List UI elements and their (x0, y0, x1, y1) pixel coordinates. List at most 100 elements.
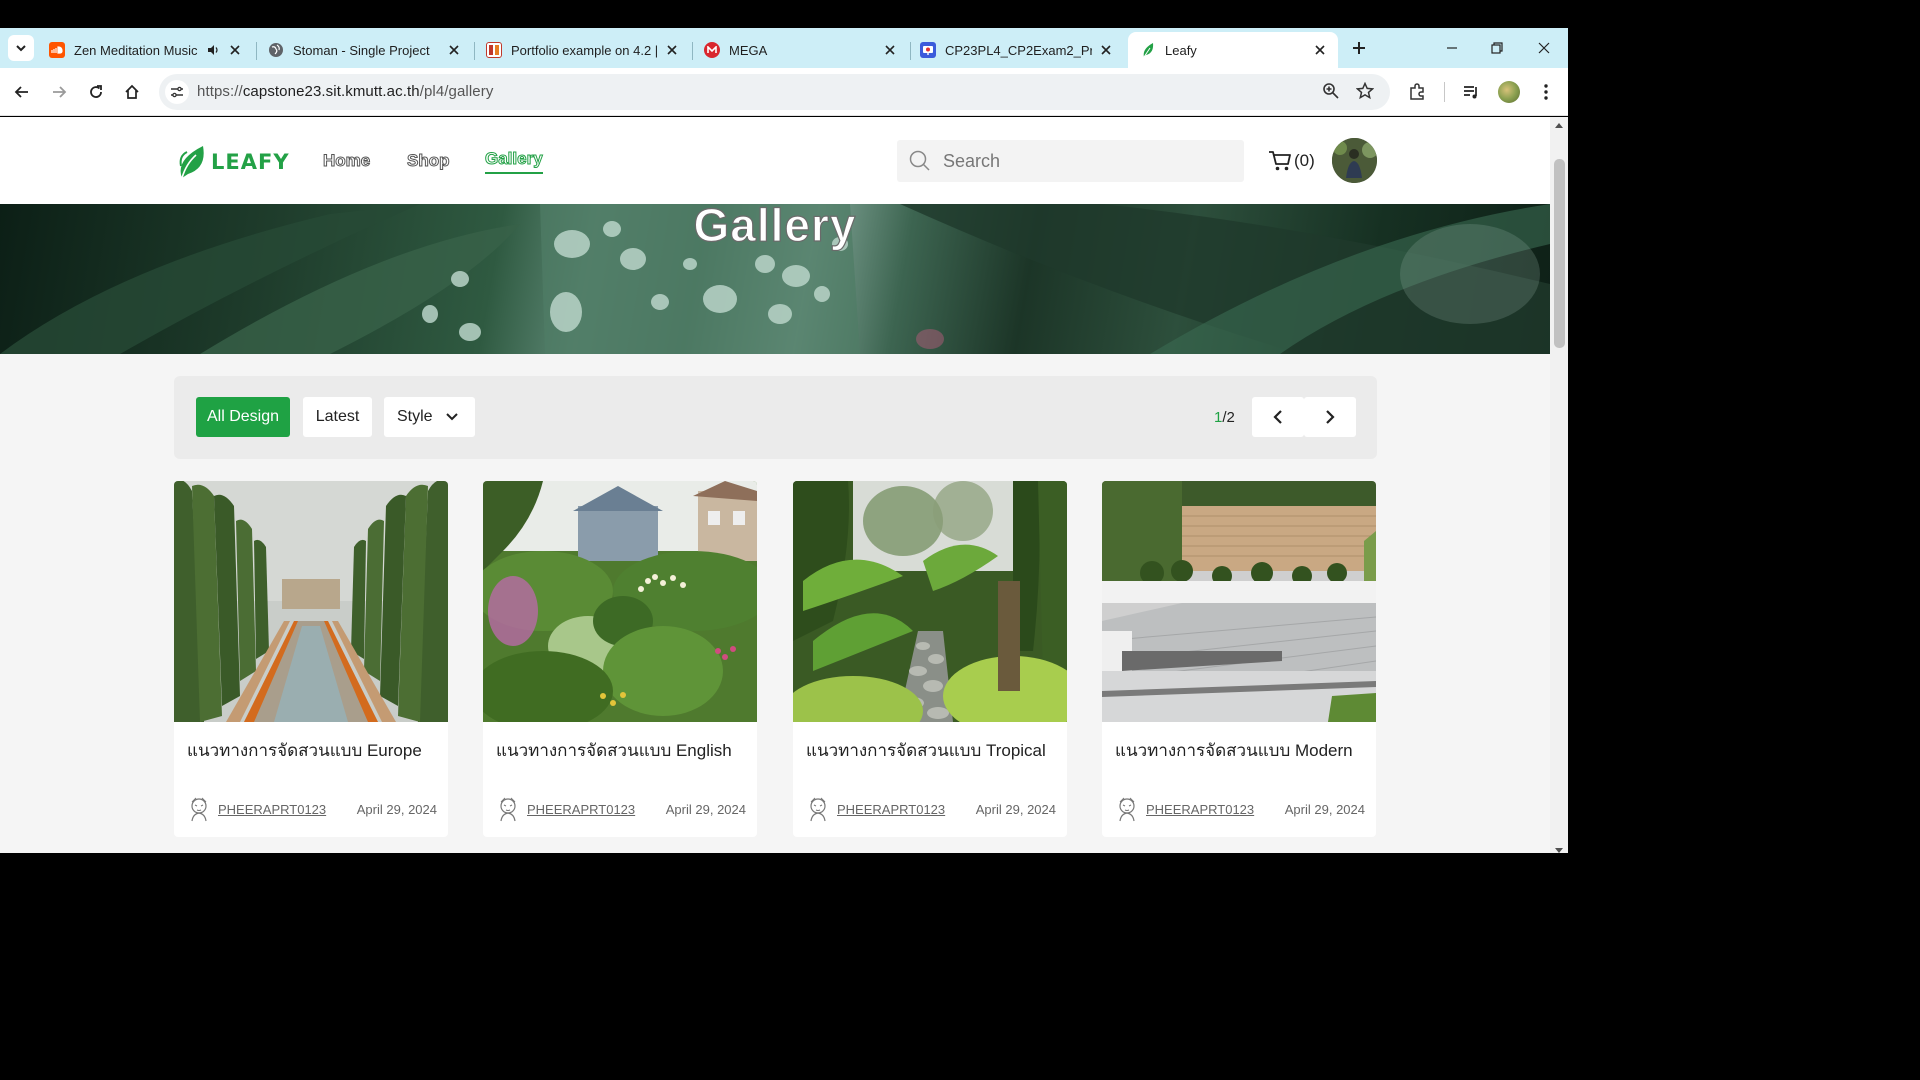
all-design-button[interactable]: All Design (196, 397, 290, 437)
gallery-card[interactable]: แนวทางการจัดสวนแบบ Europe PHEERAPRT0123 … (174, 481, 448, 837)
close-icon[interactable] (227, 42, 243, 58)
card-title[interactable]: แนวทางการจัดสวนแบบ English (496, 737, 732, 764)
new-tab-button[interactable] (1347, 36, 1371, 60)
close-icon (1538, 42, 1550, 54)
english-garden-image[interactable] (483, 481, 757, 722)
search-icon (909, 150, 930, 171)
nav-shop[interactable]: Shop (407, 151, 450, 171)
next-page-button[interactable] (1304, 397, 1356, 437)
brand-name: LEAFY (211, 150, 290, 174)
tab-search-button[interactable] (8, 35, 34, 61)
restore-button[interactable] (1485, 36, 1509, 60)
leaf-icon (1140, 42, 1156, 58)
nav-gallery[interactable]: Gallery (485, 149, 543, 174)
profile-avatar (1498, 81, 1520, 103)
tab-cp23-presentation[interactable]: CP23PL4_CP2Exam2_Prese (908, 32, 1124, 68)
puzzle-icon (1410, 83, 1424, 100)
tab-title: Stoman - Single Project (293, 42, 430, 58)
page-scrollbar[interactable] (1550, 117, 1568, 853)
toolbar-divider (1444, 82, 1445, 102)
author-link[interactable]: PHEERAPRT0123 (837, 802, 945, 817)
mega-icon (704, 42, 720, 58)
prev-page-button[interactable] (1252, 397, 1304, 437)
tab-stoman[interactable]: Stoman - Single Project (256, 32, 472, 68)
card-meta: PHEERAPRT0123 April 29, 2024 (187, 796, 437, 822)
gallery-card[interactable]: แนวทางการจัดสวนแบบ English PHEERAPRT0123… (483, 481, 757, 837)
speaker-icon[interactable] (205, 42, 221, 58)
home-icon (125, 84, 139, 99)
tab-bar: Zen Meditation Music | Stoman - Single P… (0, 28, 1568, 68)
cart-icon (1269, 151, 1291, 171)
arrow-left-icon (14, 86, 28, 98)
close-icon[interactable] (1098, 42, 1114, 58)
chevron-down-icon (446, 413, 458, 421)
cart-count: (0) (1294, 151, 1315, 170)
bookmark-star-icon[interactable] (1355, 81, 1375, 105)
home-button[interactable] (120, 80, 144, 104)
kebab-menu-icon (1544, 84, 1548, 100)
tab-zen-meditation[interactable]: Zen Meditation Music | (37, 32, 253, 68)
card-title[interactable]: แนวทางการจัดสวนแบบ Europe (187, 737, 422, 764)
minimize-button[interactable] (1440, 36, 1464, 60)
close-icon[interactable] (664, 42, 680, 58)
tab-title: MEGA (729, 42, 768, 58)
hero-banner: Gallery (0, 204, 1550, 354)
author-link[interactable]: PHEERAPRT0123 (1146, 802, 1254, 817)
user-avatar[interactable] (1332, 138, 1377, 183)
page-total: /2 (1222, 409, 1235, 426)
tab-mega[interactable]: MEGA (692, 32, 908, 68)
tab-title: Zen Meditation Music | (74, 42, 201, 58)
author-link[interactable]: PHEERAPRT0123 (218, 802, 326, 817)
extensions-button[interactable] (1405, 80, 1429, 104)
close-icon[interactable] (882, 42, 898, 58)
card-title[interactable]: แนวทางการจัดสวนแบบ Tropical (806, 737, 1046, 764)
author-avatar-icon (1119, 797, 1135, 822)
tab-leafy[interactable]: Leafy (1128, 32, 1338, 68)
media-control-button[interactable] (1459, 80, 1483, 104)
tab-title: Leafy (1165, 42, 1197, 58)
latest-button[interactable]: Latest (303, 397, 372, 437)
post-date: April 29, 2024 (356, 802, 437, 817)
back-button[interactable] (10, 80, 34, 104)
site-logo[interactable]: LEAFY (177, 144, 290, 180)
search-input[interactable] (943, 146, 1233, 176)
restore-icon (1491, 42, 1503, 54)
scroll-thumb[interactable] (1554, 159, 1565, 348)
post-date: April 29, 2024 (975, 802, 1056, 817)
url-text: https://capstone23.sit.kmutt.ac.th/pl4/g… (197, 83, 493, 100)
url-path: /pl4/gallery (419, 83, 494, 100)
modern-garden-image[interactable] (1102, 481, 1376, 722)
reload-button[interactable] (84, 80, 108, 104)
url-prefix: https:// (197, 83, 243, 100)
site-settings-icon[interactable] (165, 80, 189, 104)
url-host: capstone23.sit.kmutt.ac.th (242, 83, 420, 100)
page-indicator: 1/2 (1214, 409, 1235, 426)
card-title[interactable]: แนวทางการจัดสวนแบบ Modern (1115, 737, 1353, 764)
gallery-card[interactable]: แนวทางการจัดสวนแบบ Tropical PHEERAPRT012… (793, 481, 1067, 837)
browser-menu-button[interactable] (1534, 80, 1558, 104)
profile-button[interactable] (1497, 80, 1521, 104)
author-avatar-icon (191, 797, 207, 822)
tab-portfolio[interactable]: Portfolio example on 4.2 | T (474, 32, 690, 68)
reload-icon (90, 85, 102, 98)
forward-button[interactable] (47, 80, 71, 104)
style-dropdown[interactable]: Style (384, 397, 475, 437)
author-avatar-icon (500, 797, 516, 822)
zoom-icon[interactable] (1322, 82, 1340, 105)
tab-title: CP23PL4_CP2Exam2_Prese (945, 42, 1092, 58)
close-icon[interactable] (1312, 42, 1328, 58)
site-search (897, 140, 1244, 182)
card-meta: PHEERAPRT0123 April 29, 2024 (806, 796, 1056, 822)
europe-garden-image[interactable] (174, 481, 448, 722)
screen: Zen Meditation Music | Stoman - Single P… (0, 0, 1568, 882)
tropical-garden-image[interactable] (793, 481, 1067, 722)
close-icon[interactable] (446, 42, 462, 58)
gallery-card[interactable]: แนวทางการจัดสวนแบบ Modern PHEERAPRT0123 … (1102, 481, 1376, 837)
author-link[interactable]: PHEERAPRT0123 (527, 802, 635, 817)
close-window-button[interactable] (1532, 36, 1556, 60)
scroll-up-arrow-icon[interactable] (1555, 123, 1563, 128)
address-bar[interactable]: https://capstone23.sit.kmutt.ac.th/pl4/g… (159, 74, 1390, 110)
cart-button[interactable]: (0) (1268, 150, 1315, 172)
arrow-right-icon (53, 86, 67, 98)
nav-home[interactable]: Home (322, 151, 370, 171)
